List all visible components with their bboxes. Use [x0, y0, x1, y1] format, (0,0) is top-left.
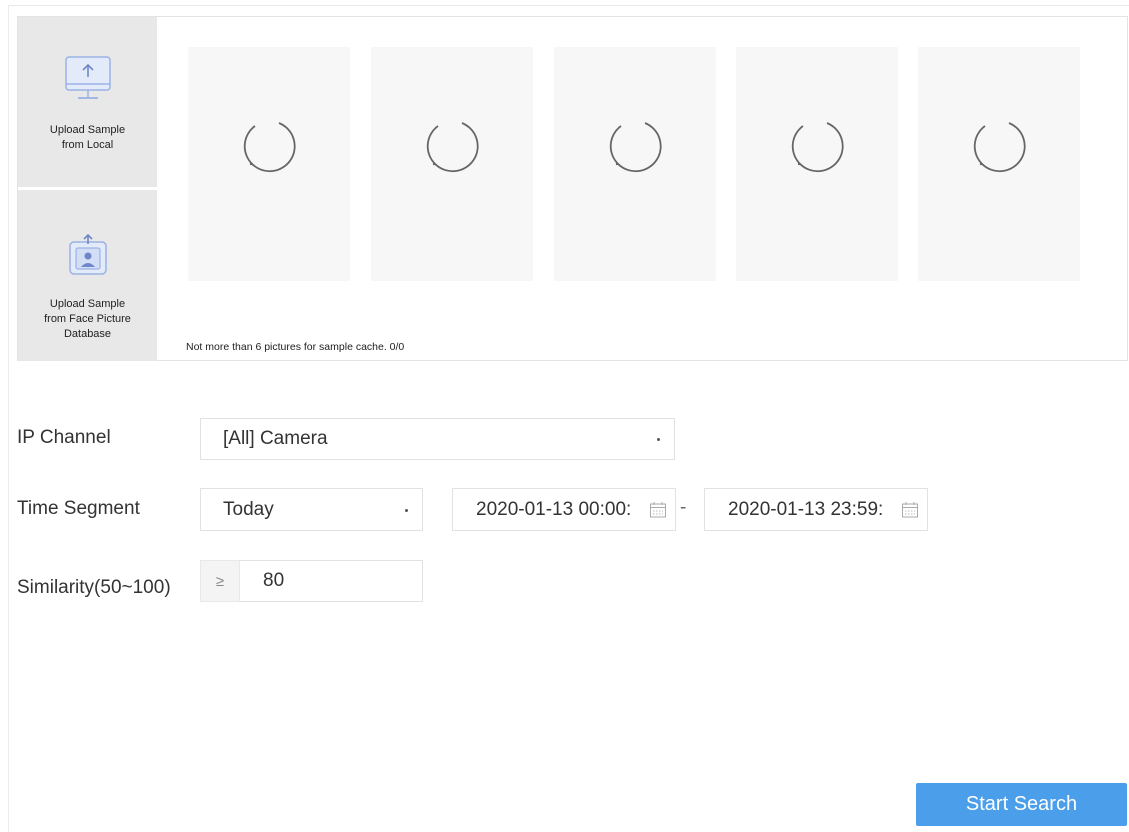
sample-slot-2: [371, 47, 533, 281]
similarity-input[interactable]: 80: [240, 560, 423, 602]
end-time-value: 2020-01-13 23:59:: [728, 498, 884, 520]
similarity-label: Similarity(50~100): [17, 577, 171, 598]
ip-channel-value: [All] Camera: [223, 428, 328, 449]
similarity-value: 80: [263, 570, 285, 591]
top-border: [8, 5, 1129, 6]
end-time-input[interactable]: 2020-01-13 23:59:: [704, 488, 928, 531]
loading-spinner-icon: [607, 118, 663, 179]
loading-spinner-icon: [241, 118, 297, 179]
similarity-operator: ≥: [200, 560, 240, 602]
calendar-icon[interactable]: [901, 501, 919, 525]
ip-channel-label: IP Channel: [17, 427, 111, 448]
loading-spinner-icon: [424, 118, 480, 179]
upload-from-database-button[interactable]: Upload Sample from Face Picture Database: [18, 190, 157, 361]
sample-panel: Upload Sample from Local Upload Sample f…: [17, 16, 1128, 361]
face-database-upload-icon: [66, 233, 110, 283]
sample-cache-note: Not more than 6 pictures for sample cach…: [186, 341, 405, 353]
upload-from-local-button[interactable]: Upload Sample from Local: [18, 17, 157, 187]
sample-slot-3: [554, 47, 716, 281]
left-border: [8, 5, 9, 832]
ip-channel-select[interactable]: [All] Camera: [200, 418, 675, 460]
time-segment-value: Today: [223, 498, 274, 520]
dropdown-caret-icon: [657, 438, 660, 441]
sample-slot-5: [918, 47, 1080, 281]
sample-slot-4: [736, 47, 898, 281]
calendar-icon[interactable]: [649, 501, 667, 525]
loading-spinner-icon: [971, 118, 1027, 179]
monitor-upload-icon: [64, 55, 112, 110]
start-time-input[interactable]: 2020-01-13 00:00:: [452, 488, 676, 531]
upload-database-label: Upload Sample from Face Picture Database: [44, 298, 131, 340]
time-segment-label: Time Segment: [17, 498, 140, 519]
dropdown-caret-icon: [405, 508, 408, 512]
start-search-button[interactable]: Start Search: [916, 783, 1127, 826]
loading-spinner-icon: [789, 118, 845, 179]
sample-slot-1: [188, 47, 350, 281]
time-segment-select[interactable]: Today: [200, 488, 423, 531]
time-range-separator: -: [680, 497, 687, 518]
start-time-value: 2020-01-13 00:00:: [476, 498, 632, 520]
upload-local-label: Upload Sample from Local: [49, 124, 126, 151]
